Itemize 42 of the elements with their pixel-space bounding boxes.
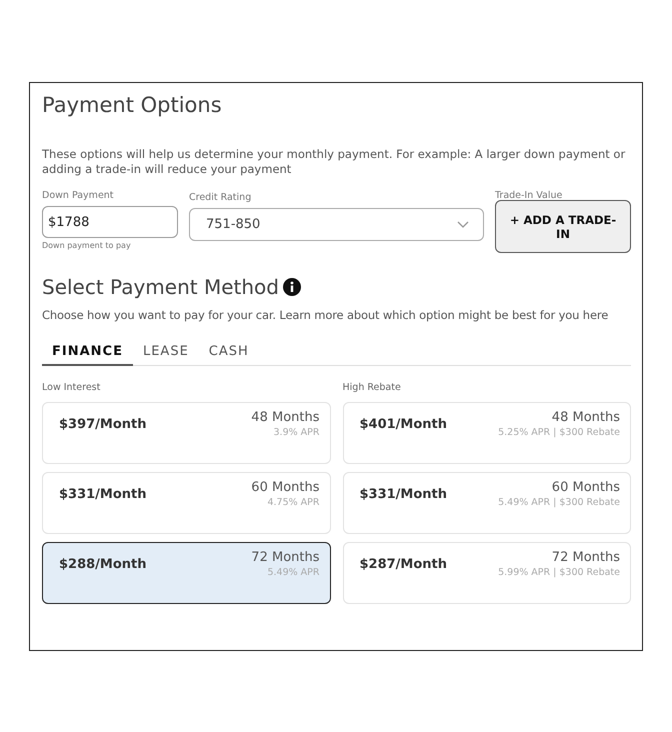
term-length: 72 Months [552,550,620,565]
term-length: 48 Months [552,410,620,425]
down-payment-field[interactable]: $1788 [42,206,178,238]
monthly-price: $331/Month [360,487,448,502]
payment-tab[interactable]: CASH [198,340,259,366]
payment-tab[interactable]: FINANCE [42,340,133,366]
monthly-price: $401/Month [360,417,448,432]
rate-details: 5.49% APR | $300 Rebate [498,497,620,508]
section-description: Choose how you want to pay for your car. Learn more about which option might be best for you here [42,308,610,322]
term-length: 60 Months [552,480,620,495]
monthly-price: $287/Month [360,557,448,572]
monthly-price: $397/Month [59,417,147,432]
rate-details: 5.25% APR | $300 Rebate [498,427,620,438]
term-length: 72 Months [251,550,320,565]
rate-details: 5.49% APR [267,567,320,578]
add-trade-in-button[interactable]: + ADD A TRADE-IN [495,200,631,253]
payment-option-card[interactable]: $331/Month 60 Months 5.49% APR | $300 Rebate [342,472,631,534]
monthly-price: $331/Month [59,487,147,502]
field-label: Down Payment [42,190,115,201]
field-label: Credit Rating [189,192,252,203]
term-length: 60 Months [251,480,320,495]
payment-option-card[interactable]: $397/Month 48 Months 3.9% APR [42,402,330,464]
payment-option-card[interactable]: $287/Month 72 Months 5.99% APR | $300 Rebate [342,542,631,604]
credit-rating-dropdown[interactable]: 751-850 [189,208,484,241]
monthly-price: $288/Month [59,557,147,572]
rate-details: 5.99% APR | $300 Rebate [498,567,620,578]
rate-details: 3.9% APR [274,427,320,438]
term-length: 48 Months [251,410,320,425]
payment-option-card[interactable]: $401/Month 48 Months 5.25% APR | $300 Rebate [342,402,631,464]
field-hint: Down payment to pay [42,241,132,250]
payment-tab[interactable]: LEASE [132,340,199,366]
payment-option-card[interactable]: $288/Month 72 Months 5.49% APR [42,542,330,604]
info-icon [282,278,301,296]
page-title: Payment Options [42,93,223,117]
rate-details: 4.75% APR [267,497,320,508]
group-label: High Rebate [342,382,402,393]
intro-text: These options will help us determine your monthly payment. For example: A larger down payment or adding a trade-in will reduce your payment [42,147,626,177]
group-label: Low Interest [42,382,102,393]
payment-option-card[interactable]: $331/Month 60 Months 4.75% APR [42,472,330,534]
section-title: Select Payment Method [42,275,279,299]
chevron-icon [457,221,469,228]
field-label: Trade-In Value [495,190,564,201]
